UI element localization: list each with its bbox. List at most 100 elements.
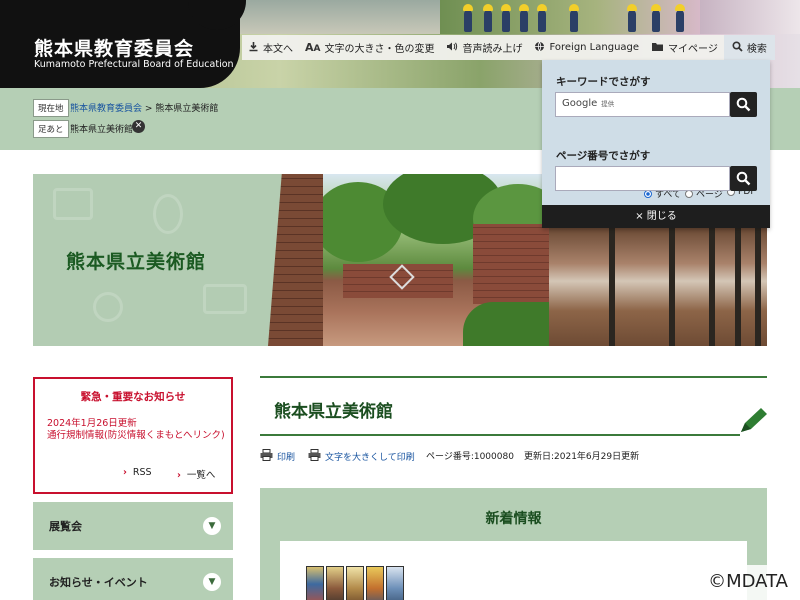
print-link[interactable]: 印刷 bbox=[260, 449, 295, 464]
student-figure bbox=[519, 4, 529, 32]
student-figure bbox=[627, 4, 637, 32]
current-location-label: 現在地 bbox=[33, 99, 69, 117]
search-panel: キーワードでさがす Google 提供 すべて ページ PDF ページ番号でさがす… bbox=[542, 60, 770, 228]
emergency-notice-box: 緊急・重要なお知らせ 2024年1月26日更新 通行規制情報(防災情報くまもとへ… bbox=[33, 377, 233, 494]
student-figure bbox=[569, 4, 579, 32]
search-toggle[interactable]: 検索 bbox=[723, 35, 775, 60]
chevron-right-icon: › bbox=[123, 467, 127, 478]
hero-title: 熊本県立美術館 bbox=[66, 251, 207, 273]
pillar bbox=[609, 228, 615, 346]
title-rule-bottom bbox=[260, 434, 740, 436]
notice-list-link[interactable]: › 一覧へ bbox=[177, 467, 215, 481]
student-figure bbox=[675, 4, 685, 32]
breadcrumb-home-link[interactable]: 熊本県教育委員会 bbox=[70, 104, 142, 114]
decorative-pattern bbox=[53, 188, 93, 220]
skip-to-content-link[interactable]: 本文へ bbox=[242, 35, 299, 60]
decorative-pattern bbox=[203, 284, 247, 314]
util-label: 本文へ bbox=[263, 44, 293, 55]
download-arrow-icon bbox=[248, 41, 259, 55]
search-icon bbox=[736, 171, 751, 186]
student-figure bbox=[501, 4, 511, 32]
notice-date: 2024年1月26日更新 bbox=[47, 418, 137, 429]
exhibition-poster[interactable] bbox=[326, 566, 344, 600]
footprint-item[interactable]: 熊本県立美術館 bbox=[70, 122, 133, 135]
copyright-watermark: ©MDATA bbox=[708, 571, 788, 592]
util-label: Foreign Language bbox=[549, 42, 640, 53]
print-large-link[interactable]: 文字を大きくして印刷 bbox=[308, 449, 415, 464]
print-label: 印刷 bbox=[277, 453, 296, 463]
keyword-search-label: キーワードでさがす bbox=[556, 76, 651, 88]
search-icon bbox=[736, 97, 751, 112]
speaker-icon bbox=[446, 41, 458, 55]
chevron-down-icon[interactable]: ▼ bbox=[203, 573, 221, 591]
google-attribution: Google 提供 bbox=[562, 98, 614, 109]
foreign-language-link[interactable]: Foreign Language bbox=[528, 35, 645, 60]
pillar bbox=[755, 228, 761, 346]
student-figure bbox=[463, 4, 473, 32]
folder-icon bbox=[651, 41, 664, 55]
title-rule-top bbox=[260, 376, 767, 378]
rss-link[interactable]: › RSS bbox=[123, 467, 152, 478]
updated-date: 更新日:2021年6月29日更新 bbox=[524, 452, 640, 462]
student-figure bbox=[483, 4, 493, 32]
pillar bbox=[709, 228, 715, 346]
exhibition-poster[interactable] bbox=[306, 566, 324, 600]
exhibition-poster[interactable] bbox=[366, 566, 384, 600]
close-label: 閉じる bbox=[646, 211, 677, 222]
notice-title: 緊急・重要なお知らせ bbox=[80, 391, 186, 403]
header-photo-building bbox=[240, 0, 440, 34]
chevron-down-icon[interactable]: ▼ bbox=[203, 517, 221, 535]
side-menu-label: お知らせ・イベント bbox=[49, 576, 148, 589]
print-large-label: 文字を大きくして印刷 bbox=[325, 453, 415, 463]
breadcrumb: 熊本県教育委員会 > 熊本県立美術館 bbox=[70, 101, 218, 114]
pillar bbox=[735, 228, 741, 346]
side-menu-exhibitions[interactable]: 展覧会 ▼ bbox=[33, 502, 233, 550]
util-label: 検索 bbox=[746, 44, 767, 55]
keyword-search-input[interactable]: Google 提供 bbox=[555, 92, 730, 117]
header-photo-students bbox=[440, 0, 700, 34]
chevron-right-icon: › bbox=[177, 470, 181, 481]
printer-icon bbox=[260, 449, 273, 464]
pillar bbox=[669, 228, 675, 346]
breadcrumb-separator: > bbox=[144, 104, 153, 114]
globe-icon bbox=[534, 41, 545, 55]
student-figure bbox=[537, 4, 547, 32]
clear-footprint-icon[interactable]: ✕ bbox=[132, 120, 145, 133]
exhibition-poster[interactable] bbox=[386, 566, 404, 600]
decorative-pattern bbox=[93, 292, 123, 322]
page-number: ページ番号:1000080 bbox=[426, 452, 514, 462]
page-number-search-label: ページ番号でさがす bbox=[556, 150, 651, 162]
museum-interior-photo bbox=[549, 228, 767, 346]
side-menu-news-events[interactable]: お知らせ・イベント ▼ bbox=[33, 558, 233, 600]
google-sub: 提供 bbox=[601, 100, 615, 108]
util-label: 音声読み上げ bbox=[462, 44, 523, 55]
museum-exterior-photo bbox=[323, 174, 549, 346]
site-title[interactable]: 熊本県教育委員会 bbox=[34, 34, 194, 61]
search-icon bbox=[732, 40, 743, 55]
google-text: Google bbox=[562, 98, 598, 109]
breadcrumb-current: 熊本県立美術館 bbox=[155, 104, 219, 114]
close-search-button[interactable]: × 閉じる bbox=[542, 205, 770, 228]
page-number-search-input[interactable] bbox=[555, 166, 730, 191]
read-aloud-link[interactable]: 音声読み上げ bbox=[440, 35, 528, 60]
util-label: 文字の大きさ・色の変更 bbox=[324, 44, 435, 55]
news-title: 新着情報 bbox=[485, 511, 542, 527]
museum-wall bbox=[473, 224, 549, 304]
keyword-search-button[interactable] bbox=[730, 92, 757, 117]
utility-nav: 本文へ AA 文字の大きさ・色の変更 音声読み上げ Foreign Langua… bbox=[242, 35, 775, 60]
text-size-icon: AA bbox=[305, 41, 321, 54]
util-label: マイページ bbox=[668, 44, 718, 55]
text-size-color-link[interactable]: AA 文字の大きさ・色の変更 bbox=[299, 35, 440, 60]
footprint-label: 足あと bbox=[33, 120, 69, 138]
pencil-icon bbox=[741, 408, 767, 432]
close-icon: × bbox=[635, 211, 644, 222]
student-figure bbox=[651, 4, 661, 32]
notice-link[interactable]: 通行規制情報(防災情報くまもとへリンク) bbox=[47, 429, 225, 443]
list-label: 一覧へ bbox=[186, 470, 216, 481]
decorative-pattern bbox=[153, 194, 183, 234]
my-page-link[interactable]: マイページ bbox=[645, 35, 724, 60]
page-number-search-button[interactable] bbox=[730, 166, 757, 191]
page-title: 熊本県立美術館 bbox=[274, 402, 393, 422]
rss-label: RSS bbox=[132, 467, 152, 478]
exhibition-poster[interactable] bbox=[346, 566, 364, 600]
